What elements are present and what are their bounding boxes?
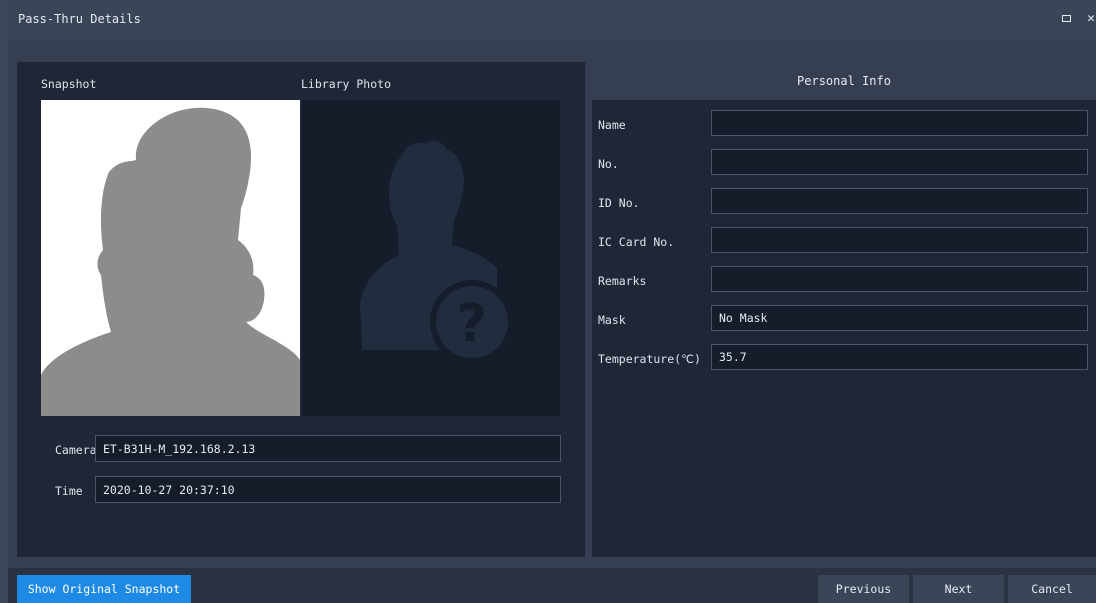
remarks-field[interactable] (711, 266, 1088, 292)
time-label: Time (55, 484, 83, 498)
no-label: No. (598, 157, 619, 171)
personal-info-header: Personal Info (592, 62, 1096, 100)
library-photo-label: Library Photo (301, 77, 392, 91)
person-silhouette-icon (41, 107, 300, 416)
title-bar: Pass-Thru Details ✕ (8, 0, 1096, 40)
cancel-button[interactable]: Cancel (1008, 575, 1096, 603)
name-label: Name (598, 118, 626, 132)
maximize-icon[interactable] (1059, 11, 1075, 27)
ic-card-no-label: IC Card No. (598, 235, 675, 249)
temperature-field[interactable] (711, 344, 1088, 370)
ic-card-no-field[interactable] (711, 227, 1088, 253)
next-button[interactable]: Next (913, 575, 1004, 603)
name-field[interactable] (711, 110, 1088, 136)
show-original-snapshot-button[interactable]: Show Original Snapshot (17, 575, 191, 603)
camera-label: Camera (55, 443, 97, 457)
mask-label: Mask (598, 313, 626, 327)
id-no-field[interactable] (711, 188, 1088, 214)
temperature-label: Temperature(℃) (598, 352, 701, 366)
svg-text:?: ? (457, 294, 487, 354)
time-field[interactable] (95, 476, 561, 503)
unknown-person-icon: ? (360, 140, 514, 364)
previous-button[interactable]: Previous (818, 575, 909, 603)
no-field[interactable] (711, 149, 1088, 175)
close-icon[interactable]: ✕ (1083, 11, 1096, 27)
window-left-edge (0, 0, 8, 603)
library-photo-placeholder: ? (302, 100, 560, 416)
camera-field[interactable] (95, 435, 561, 462)
snapshot-label: Snapshot (41, 77, 97, 91)
mask-field[interactable] (711, 305, 1088, 331)
snapshot-image[interactable] (41, 100, 300, 416)
window-title: Pass-Thru Details (18, 12, 141, 26)
id-no-label: ID No. (598, 196, 640, 210)
remarks-label: Remarks (598, 274, 647, 288)
